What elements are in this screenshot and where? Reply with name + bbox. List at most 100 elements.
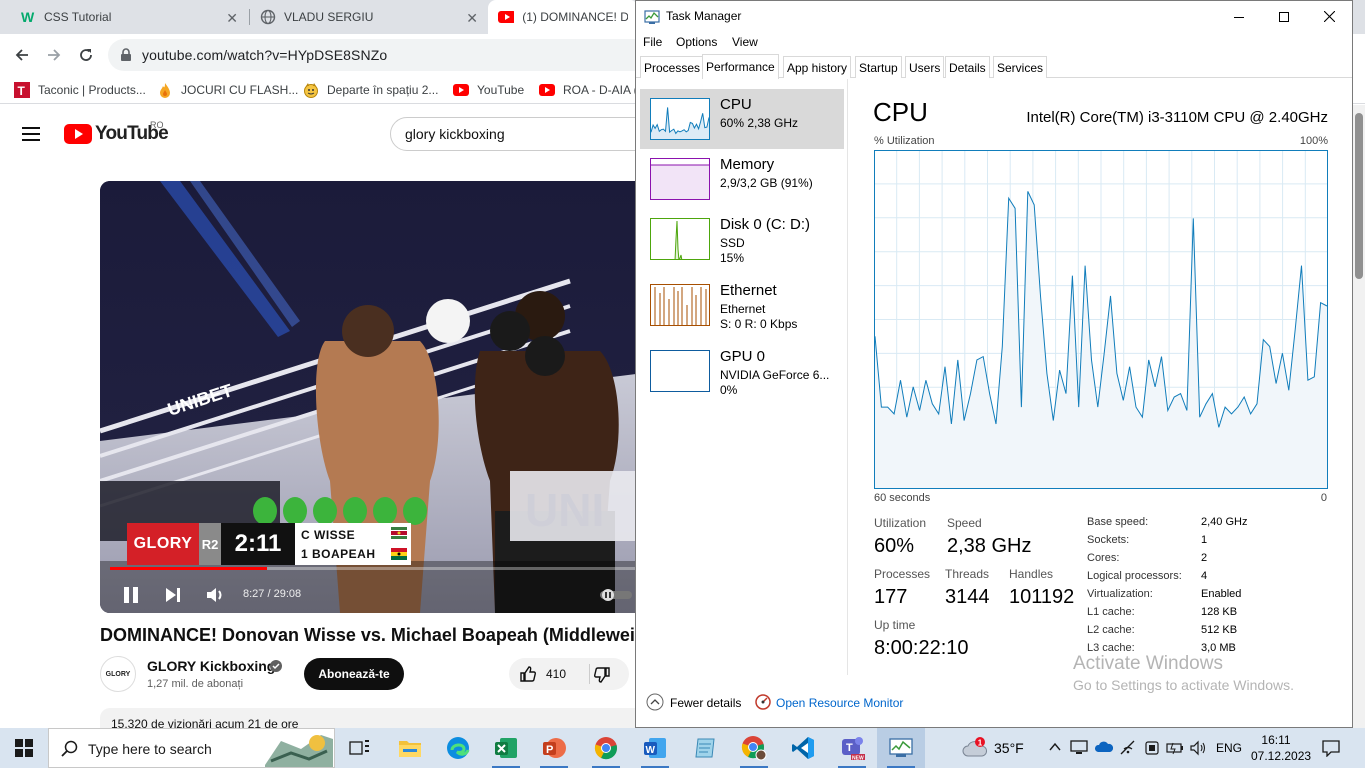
task-manager-app[interactable] (877, 728, 925, 768)
cpu-utilization-graph (874, 150, 1328, 489)
resource-disk[interactable]: Disk 0 (C: D:) SSD 15% (640, 209, 844, 269)
resource-memory[interactable]: Memory 2,9/3,2 GB (91%) (640, 149, 844, 209)
next-button[interactable] (164, 585, 182, 605)
scorebug-fighters: C WISSE 1 BOAPEAH (295, 523, 411, 565)
onedrive-icon[interactable] (1095, 740, 1113, 754)
reload-button[interactable] (74, 43, 98, 67)
chevron-up-icon[interactable] (1048, 740, 1062, 754)
excel-app[interactable] (482, 728, 530, 768)
tab-app-history[interactable]: App history (783, 56, 852, 78)
open-resource-monitor-link[interactable]: Open Resource Monitor (776, 696, 903, 710)
network-disconnected-icon[interactable] (1120, 740, 1136, 756)
monitor-icon[interactable] (1070, 740, 1088, 756)
window-title: Task Manager (666, 9, 742, 23)
tab-performance[interactable]: Performance (702, 54, 779, 79)
clock-time[interactable]: 16:11 (1254, 733, 1298, 747)
minimize-button[interactable] (1216, 1, 1262, 32)
close-button[interactable] (1306, 1, 1352, 32)
processes-value: 177 (874, 586, 908, 608)
fewer-details-button[interactable]: Fewer details (670, 696, 741, 710)
chrome-profile-app[interactable] (730, 728, 778, 768)
volume-button[interactable] (205, 585, 227, 605)
page-scrollbar[interactable] (1353, 105, 1365, 728)
tab-css-tutorial[interactable]: W CSS Tutorial ✕ (10, 0, 246, 34)
chrome-app[interactable] (582, 728, 630, 768)
battery-icon[interactable] (1166, 740, 1184, 756)
autoplay-toggle[interactable] (600, 589, 632, 601)
pause-icon (124, 587, 138, 603)
like-divider (589, 664, 590, 684)
notification-icon[interactable] (1322, 739, 1340, 757)
resource-gpu[interactable]: GPU 0 NVIDIA GeForce 6... 0% (640, 341, 844, 401)
thumbs-down-icon[interactable] (593, 666, 611, 684)
verified-icon (270, 660, 282, 672)
channel-avatar[interactable]: GLORY (100, 656, 136, 692)
teams-app[interactable]: T NEW (828, 728, 876, 768)
scrollbar-thumb[interactable] (1355, 113, 1363, 279)
address-bar[interactable]: youtube.com/watch?v=HYpDSE8SNZo (108, 39, 708, 71)
tab-vladu-sergiu[interactable]: VLADU SERGIU ✕ (250, 0, 486, 34)
file-explorer-app[interactable] (386, 728, 434, 768)
bookmark-roa[interactable]: ROA - D-AIA ( (539, 81, 638, 99)
bookmark-youtube[interactable]: YouTube (453, 81, 524, 99)
tab-startup[interactable]: Startup (855, 56, 902, 78)
input-language[interactable]: ENG (1216, 741, 1242, 755)
vscode-app[interactable] (779, 728, 827, 768)
pause-button[interactable] (122, 585, 140, 605)
bookmark-taconic[interactable]: T Taconic | Products... (14, 81, 146, 99)
svg-text:W: W (646, 745, 656, 756)
close-tab-icon[interactable]: ✕ (226, 10, 238, 27)
youtube-logo[interactable]: YouTube RO (64, 120, 169, 145)
maximize-button[interactable] (1261, 1, 1307, 32)
skip-next-icon (166, 588, 180, 602)
folder-icon (399, 741, 421, 757)
tab-users[interactable]: Users (905, 56, 945, 78)
menu-file[interactable]: File (643, 35, 662, 49)
close-tab-icon[interactable]: ✕ (466, 10, 478, 27)
task-view-button[interactable] (336, 728, 384, 768)
powerpoint-icon: P (543, 738, 566, 758)
notes-app[interactable] (681, 728, 729, 768)
cpu-heading: CPU (873, 97, 928, 127)
svg-text:NEW: NEW (852, 756, 864, 762)
tab-services[interactable]: Services (993, 56, 1048, 78)
globe-icon (260, 9, 276, 25)
tab-youtube-video[interactable]: (1) DOMINANCE! Dor (488, 0, 638, 34)
channel-name[interactable]: GLORY Kickboxing (147, 658, 275, 674)
edge-app[interactable] (434, 728, 482, 768)
emoji-icon (303, 82, 319, 98)
menu-icon[interactable] (22, 126, 42, 142)
word-app[interactable]: W (631, 728, 679, 768)
menu-options[interactable]: Options (676, 35, 717, 49)
scorebug: GLORY R2 2:11 C WISSE 1 BOAPEAH (127, 523, 411, 565)
weather-widget[interactable]: 1 35°F (962, 728, 1024, 768)
weather-temperature: 35°F (994, 740, 1024, 756)
clock-date[interactable]: 07.12.2023 (1251, 749, 1311, 763)
maximize-icon (1279, 11, 1289, 22)
powerpoint-app[interactable]: P (530, 728, 578, 768)
start-button[interactable] (0, 728, 48, 768)
video-progress-bar[interactable] (110, 567, 650, 570)
tab-details[interactable]: Details (945, 56, 990, 78)
menu-view[interactable]: View (732, 35, 758, 49)
resource-ethernet[interactable]: Ethernet Ethernet S: 0 R: 0 Kbps (640, 275, 844, 335)
speaker-icon[interactable] (1190, 740, 1208, 756)
forward-button[interactable] (42, 43, 66, 67)
tab-processes[interactable]: Processes (640, 56, 705, 78)
speed-label: Speed (947, 516, 982, 530)
thumbs-up-icon[interactable] (519, 665, 537, 683)
subscribe-button[interactable]: Abonează-te (304, 658, 404, 690)
resource-cpu[interactable]: CPU 60% 2,38 GHz (640, 89, 844, 149)
arrow-left-icon (15, 49, 28, 61)
video-player[interactable]: UNIBET UNI GLORY R2 2:11 C WISSE 1 BOAPE… (100, 181, 660, 613)
back-button[interactable] (10, 43, 34, 67)
speed-value: 2,38 GHz (947, 535, 1032, 557)
meet-now-icon[interactable] (1144, 740, 1160, 756)
chevron-up-circle-icon[interactable] (646, 693, 664, 711)
scorebug-brand: GLORY (127, 523, 199, 565)
svg-text:UNI: UNI (525, 484, 604, 536)
taskbar-search-input[interactable]: Type here to search (48, 728, 335, 768)
bookmark-jocuri[interactable]: JOCURI CU FLASH... (157, 81, 298, 99)
task-manager-titlebar[interactable]: Task Manager (636, 1, 1352, 32)
bookmark-departe[interactable]: Departe în spațiu 2... (303, 81, 438, 99)
